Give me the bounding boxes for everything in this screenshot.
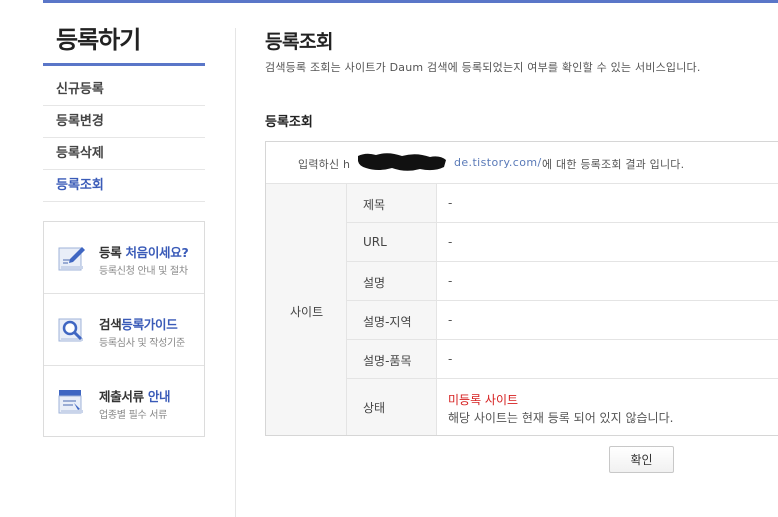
sidebar-promo-box: 등록 처음이세요? 등록신청 안내 및 절차 검색등록가이드 등록심사 및 작성… [43, 221, 205, 437]
row-label-description: 설명 [363, 276, 386, 290]
magnifier-document-icon [58, 318, 83, 342]
page-description: 검색등록 조회는 사이트가 Daum 검색에 등록되었는지 여부를 확인할 수 … [265, 61, 701, 74]
result-intro-row: 입력하신 h de.tistory.com/ 에 대한 등록조회 결과 입니다. [266, 142, 778, 184]
promo-first-time-title: 등록 처음이세요? [99, 245, 189, 260]
promo-documents-subtitle: 업종별 필수 서류 [99, 410, 168, 421]
site-group-cell: 사이트 [266, 184, 347, 435]
sidebar-title: 등록하기 [56, 26, 141, 54]
sidebar-item-delete-registration[interactable]: 등록삭제 [43, 138, 205, 170]
table-row: 설명 - [347, 262, 778, 301]
promo-documents[interactable]: 제출서류 안내 업종별 필수 서류 [44, 366, 204, 438]
sidebar-item-lookup-registration[interactable]: 등록조회 [43, 170, 205, 202]
top-accent-bar [43, 0, 778, 3]
lookup-result-table: 입력하신 h de.tistory.com/ 에 대한 등록조회 결과 입니다.… [265, 141, 778, 436]
row-value-title: - [448, 196, 453, 210]
row-value-region: - [448, 313, 453, 327]
promo-first-time-subtitle: 등록신청 안내 및 절차 [99, 266, 188, 277]
sidebar-item-new-registration[interactable]: 신규등록 [43, 74, 205, 106]
promo-documents-title: 제출서류 안내 [99, 389, 171, 404]
table-row: 설명-지역 - [347, 301, 778, 340]
column-divider [235, 28, 236, 517]
row-label-region: 설명-지역 [363, 315, 412, 329]
row-value-description: - [448, 274, 453, 288]
status-detail: 해당 사이트는 현재 등록 되어 있지 않습니다. [448, 411, 674, 425]
intro-suffix: 에 대한 등록조회 결과 입니다. [542, 158, 685, 171]
site-group-label: 사이트 [290, 305, 324, 319]
redaction-mark [358, 153, 446, 171]
sidebar-title-rule [43, 63, 205, 66]
row-value-url: - [448, 235, 453, 249]
row-label-item: 설명-품목 [363, 354, 412, 368]
status-text: 미등록 사이트 [448, 393, 519, 407]
document-stack-icon [58, 390, 83, 414]
row-label-url: URL [363, 235, 387, 249]
promo-search-guide-title: 검색등록가이드 [99, 317, 178, 332]
promo-first-time[interactable]: 등록 처음이세요? 등록신청 안내 및 절차 [44, 222, 204, 294]
table-row: URL - [347, 223, 778, 262]
table-row: 제목 - [347, 184, 778, 223]
promo-search-guide-subtitle: 등록심사 및 작성기준 [99, 338, 185, 349]
sidebar-menu: 신규등록 등록변경 등록삭제 등록조회 [43, 74, 205, 202]
table-row: 설명-품목 - [347, 340, 778, 379]
intro-prefix: 입력하신 h [298, 158, 351, 171]
row-value-item: - [448, 352, 453, 366]
row-label-title: 제목 [363, 198, 386, 212]
sidebar-item-change-registration[interactable]: 등록변경 [43, 106, 205, 138]
intro-url: de.tistory.com/ [454, 156, 542, 169]
section-title: 등록조회 [265, 115, 313, 130]
page-title: 등록조회 [265, 31, 333, 53]
promo-search-guide[interactable]: 검색등록가이드 등록심사 및 작성기준 [44, 294, 204, 366]
row-label-status: 상태 [363, 401, 386, 415]
confirm-button[interactable]: 확인 [609, 446, 674, 473]
table-row: 상태 미등록 사이트 해당 사이트는 현재 등록 되어 있지 않습니다. [347, 379, 778, 435]
pencil-document-icon [58, 247, 85, 271]
